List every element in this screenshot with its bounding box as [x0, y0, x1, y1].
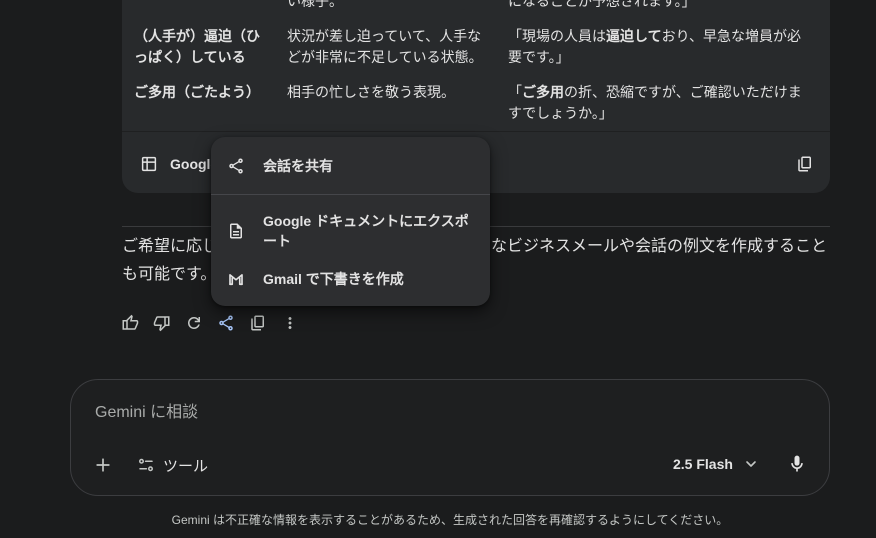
table-row: （人手が）逼迫（ひっぱく）している 状況が差し迫っていて、人手などが非常に不足し… [122, 19, 830, 75]
table-icon [141, 156, 157, 172]
example-text: になることが予想されます。」 [508, 0, 696, 9]
menu-item-label: 会話を共有 [263, 158, 333, 174]
copy-table-button[interactable] [789, 148, 821, 180]
copy-icon [251, 315, 264, 331]
example-bold-text: 逼迫して [606, 28, 662, 44]
export-to-sheets-button[interactable]: Google [140, 146, 218, 182]
microphone-icon [791, 455, 803, 472]
more-options-button[interactable] [274, 307, 306, 339]
prompt-input[interactable] [95, 396, 795, 430]
document-icon [230, 223, 242, 239]
share-button[interactable] [210, 307, 242, 339]
tools-icon [139, 458, 153, 472]
chat-scroll-area: い様子。 になることが予想されます。」 （人手が）逼迫（ひっぱく）している 状況… [0, 0, 876, 372]
menu-item-label: Google ドキュメントにエクスポート [263, 213, 469, 249]
share-icon [219, 315, 233, 331]
menu-item-gmail-draft[interactable]: Gmail で下書きを作成 [211, 257, 490, 303]
example-text: 「現場の人員は [508, 28, 606, 44]
example-text: 「 [508, 84, 522, 100]
more-vert-icon [288, 317, 292, 329]
example-bold-text: ご多用 [522, 84, 564, 100]
term-cell: ご多用（ごたよう） [134, 84, 260, 100]
meaning-cell: 状況が差し迫っていて、人手などが非常に不足している状態。 [287, 28, 483, 65]
microphone-button[interactable] [782, 449, 812, 479]
response-text: も可能です。 [122, 266, 217, 283]
response-text: ご希望に応じ [122, 238, 219, 255]
tools-label: ツール [163, 457, 209, 475]
meaning-cell: い様子。 [287, 0, 343, 9]
regenerate-button[interactable] [178, 307, 210, 339]
example-cell: になることが予想されます。」 [508, 0, 808, 12]
share-menu: 会話を共有 Google ドキュメントにエクスポート Gmail で下書きを作成 [211, 137, 490, 306]
refresh-icon [188, 317, 200, 329]
copy-icon [798, 156, 811, 172]
menu-item-label: Gmail で下書きを作成 [263, 271, 404, 287]
model-selector[interactable]: 2.5 Flash [667, 448, 759, 480]
term-cell: （人手が）逼迫（ひっぱく）している [134, 28, 260, 65]
example-cell: 「現場の人員は逼迫しており、早急な増員が必要です。」 [508, 26, 808, 68]
good-response-button[interactable] [114, 307, 146, 339]
menu-item-export-docs[interactable]: Google ドキュメントにエクスポート [211, 195, 490, 257]
chevron-down-icon [746, 461, 756, 467]
menu-item-share-conversation[interactable]: 会話を共有 [211, 137, 490, 194]
thumb-up-icon [122, 314, 139, 330]
thumb-down-icon [153, 316, 170, 332]
bad-response-button[interactable] [146, 307, 178, 339]
tools-button[interactable]: ツール [137, 450, 208, 480]
example-cell: 「ご多用の折、恐縮ですが、ご確認いただけますでしょうか。」 [508, 82, 808, 124]
copy-response-button[interactable] [242, 307, 274, 339]
table-row: ご多用（ごたよう） 相手の忙しさを敬う表現。 「ご多用の折、恐縮ですが、ご確認い… [122, 75, 830, 131]
disclaimer-text: Gemini は不正確な情報を表示することがあるため、生成された回答を再確認する… [171, 513, 729, 527]
response-text: なビジネスメールや会話の例文を作成すること [491, 238, 828, 255]
prompt-composer: ツール 2.5 Flash [70, 379, 830, 496]
gmail-icon [229, 274, 243, 286]
plus-icon [96, 458, 110, 472]
meaning-cell: 相手の忙しさを敬う表現。 [287, 84, 455, 100]
table-row: い様子。 になることが予想されます。」 [122, 0, 830, 19]
add-attachment-button[interactable] [88, 450, 118, 480]
share-icon [229, 158, 243, 174]
model-label: 2.5 Flash [673, 456, 733, 472]
